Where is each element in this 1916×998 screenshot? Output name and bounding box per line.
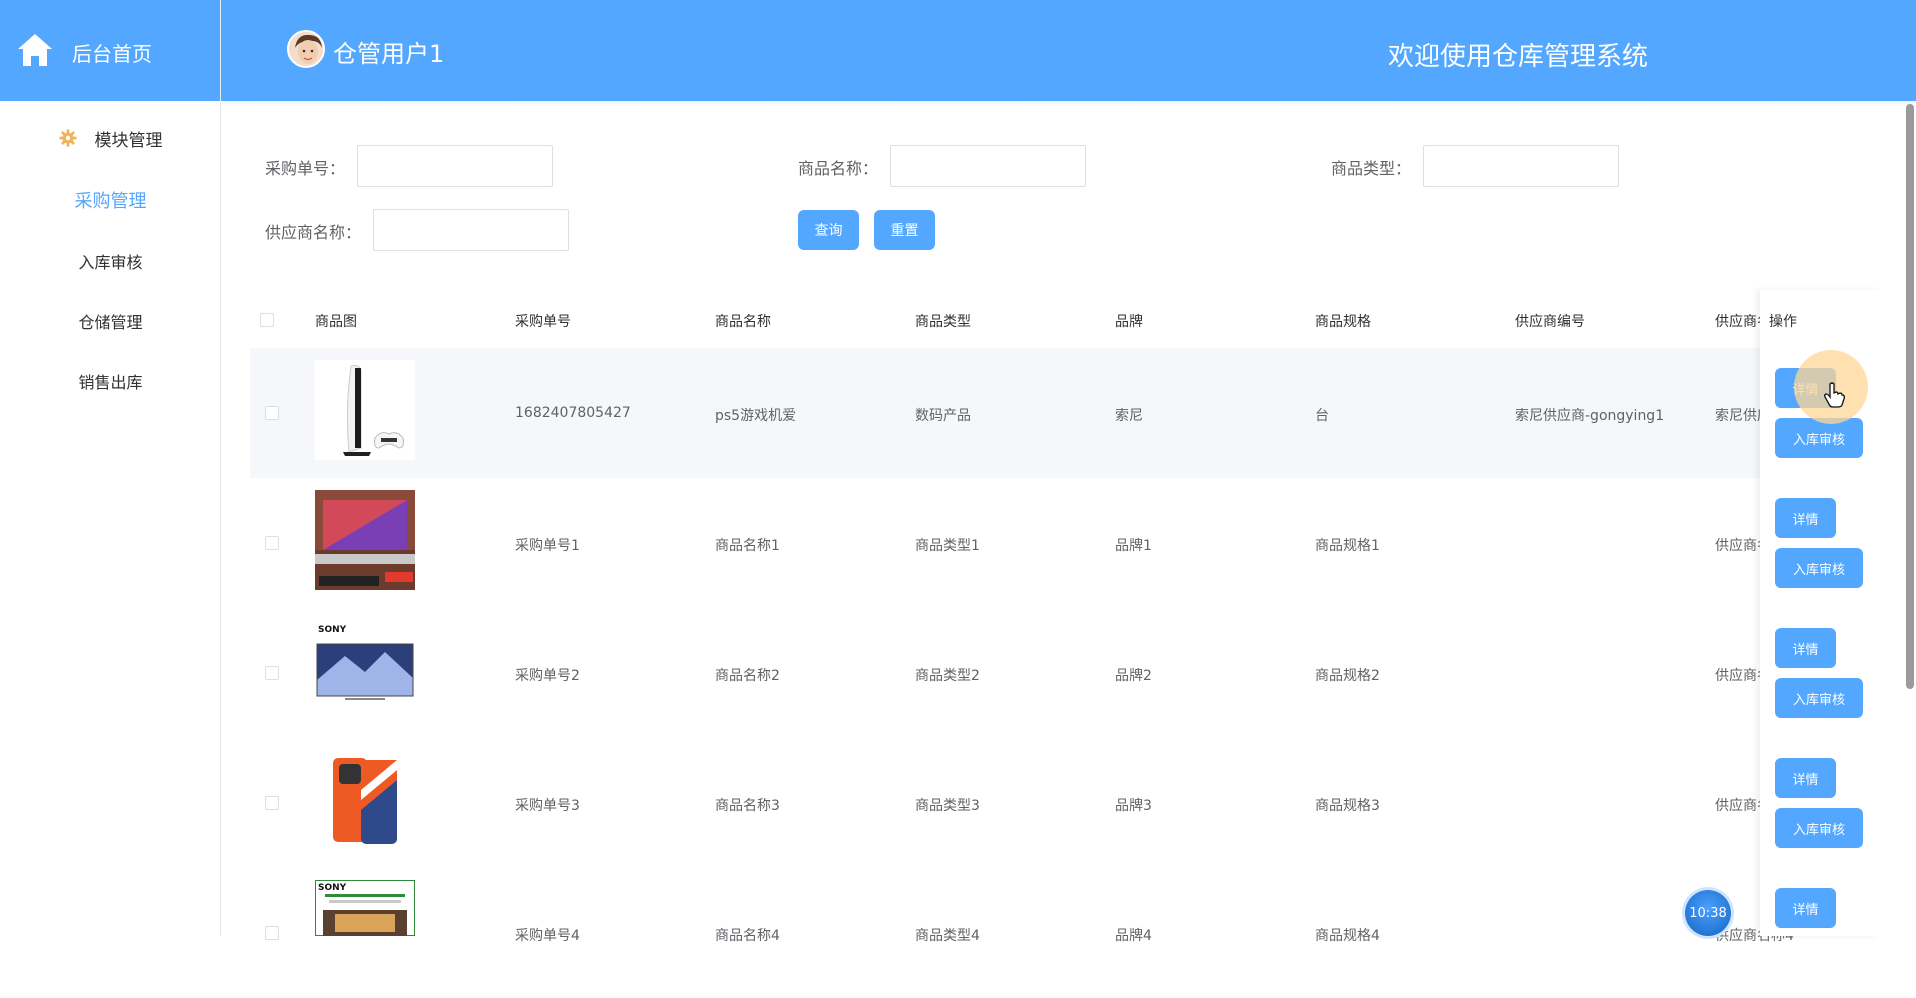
cell-brand: 品牌1	[1115, 538, 1152, 554]
cell-spec: 商品规格1	[1315, 538, 1380, 554]
cell-order-no: 采购单号2	[515, 668, 580, 684]
product-image-sony-promo: SONY	[315, 880, 415, 936]
product-name-input[interactable]	[890, 145, 1086, 187]
cell-product-type: 商品类型4	[915, 928, 980, 944]
cell-brand: 品牌4	[1115, 928, 1152, 944]
inbound-audit-button[interactable]: 入库审核	[1775, 548, 1863, 588]
product-image-ps5	[315, 360, 415, 460]
avatar[interactable]	[287, 30, 325, 68]
cell-product-type: 商品类型2	[915, 668, 980, 684]
cell-spec: 商品规格3	[1315, 798, 1380, 814]
col-header-image: 商品图	[315, 314, 357, 330]
cell-product-name: 商品名称3	[715, 798, 780, 814]
svg-text:SONY: SONY	[318, 625, 347, 635]
hand-cursor-icon	[1824, 382, 1845, 408]
sidebar-item-purchase[interactable]: 采购管理	[0, 187, 221, 213]
cell-product-type: 数码产品	[915, 408, 971, 424]
row-checkbox[interactable]	[265, 666, 279, 680]
welcome-title: 欢迎使用仓库管理系统	[1388, 42, 1649, 72]
col-header-order-no: 采购单号	[515, 314, 571, 330]
sidebar: 模块管理 采购管理 入库审核 仓储管理 销售出库	[0, 101, 221, 936]
col-header-supplier-no: 供应商编号	[1515, 314, 1585, 330]
avatar-face-icon	[289, 32, 323, 66]
sidebar-item-inbound-audit[interactable]: 入库审核	[0, 249, 221, 273]
product-type-input[interactable]	[1423, 145, 1619, 187]
table-row	[250, 608, 1880, 738]
floating-clock[interactable]: 10:38	[1685, 890, 1731, 936]
cell-product-type: 商品类型1	[915, 538, 980, 554]
product-image-sony-tv: SONY	[315, 620, 415, 720]
user-name: 仓管用户1	[333, 40, 445, 68]
cell-supplier-no: 索尼供应商-gongying1	[1515, 408, 1665, 424]
col-header-product-name: 商品名称	[715, 314, 771, 330]
product-type-label: 商品类型：	[1331, 159, 1412, 178]
cell-order-no: 采购单号4	[515, 928, 580, 944]
sidebar-item-storage[interactable]: 仓储管理	[0, 309, 221, 333]
detail-button[interactable]: 详情	[1775, 758, 1836, 798]
inbound-audit-button[interactable]: 入库审核	[1775, 678, 1863, 718]
table-row	[250, 478, 1880, 608]
cell-spec: 商品规格2	[1315, 668, 1380, 684]
query-button[interactable]: 查询	[798, 210, 859, 250]
inbound-audit-button[interactable]: 入库审核	[1775, 418, 1863, 458]
cell-spec: 台	[1315, 408, 1329, 424]
main-top-shadow	[222, 101, 1916, 107]
home-label: 后台首页	[72, 42, 152, 66]
sidebar-group-module[interactable]: 模块管理	[0, 125, 221, 151]
row-checkbox[interactable]	[265, 406, 279, 420]
cell-product-name: 商品名称1	[715, 538, 780, 554]
sidebar-item-sales-outbound[interactable]: 销售出库	[0, 369, 221, 393]
col-header-actions: 操作	[1769, 314, 1797, 330]
select-all-checkbox[interactable]	[260, 313, 274, 327]
cell-brand: 品牌3	[1115, 798, 1152, 814]
cell-product-name: ps5游戏机爱	[715, 408, 797, 424]
detail-button[interactable]: 详情	[1775, 628, 1836, 668]
reset-button[interactable]: 重置	[874, 210, 935, 250]
cell-product-name: 商品名称4	[715, 928, 780, 944]
product-image-monitor	[315, 490, 415, 590]
table-row	[250, 868, 1880, 998]
cell-order-no: 采购单号3	[515, 798, 580, 814]
row-checkbox[interactable]	[265, 536, 279, 550]
cell-brand: 索尼	[1115, 408, 1143, 424]
home-link[interactable]: 后台首页	[0, 0, 221, 101]
col-header-brand: 品牌	[1115, 314, 1143, 330]
product-image-phone	[315, 750, 415, 850]
cell-spec: 商品规格4	[1315, 928, 1380, 944]
sidebar-group-label: 模块管理	[94, 130, 163, 151]
detail-button[interactable]: 详情	[1775, 498, 1836, 538]
svg-text:SONY: SONY	[318, 883, 347, 893]
row-checkbox[interactable]	[265, 926, 279, 940]
top-header: 后台首页 仓管用户1 欢迎使用仓库管理系统	[0, 0, 1916, 101]
cell-product-type: 商品类型3	[915, 798, 980, 814]
inbound-audit-button[interactable]: 入库审核	[1775, 808, 1863, 848]
home-icon	[18, 34, 52, 66]
col-header-spec: 商品规格	[1315, 314, 1371, 330]
product-name-label: 商品名称：	[798, 159, 879, 178]
order-no-label: 采购单号：	[265, 159, 346, 178]
vertical-scrollbar[interactable]	[1906, 104, 1914, 689]
cell-order-no: 采购单号1	[515, 538, 580, 554]
gear-icon	[58, 129, 77, 147]
cell-order-no: 1682407805427	[515, 405, 631, 421]
order-no-input[interactable]	[357, 145, 553, 187]
col-header-product-type: 商品类型	[915, 314, 971, 330]
supplier-name-label: 供应商名称：	[265, 223, 362, 242]
detail-button[interactable]: 详情	[1775, 888, 1836, 928]
cell-product-name: 商品名称2	[715, 668, 780, 684]
row-checkbox[interactable]	[265, 796, 279, 810]
table-row	[250, 738, 1880, 868]
supplier-name-input[interactable]	[373, 209, 569, 251]
cell-brand: 品牌2	[1115, 668, 1152, 684]
